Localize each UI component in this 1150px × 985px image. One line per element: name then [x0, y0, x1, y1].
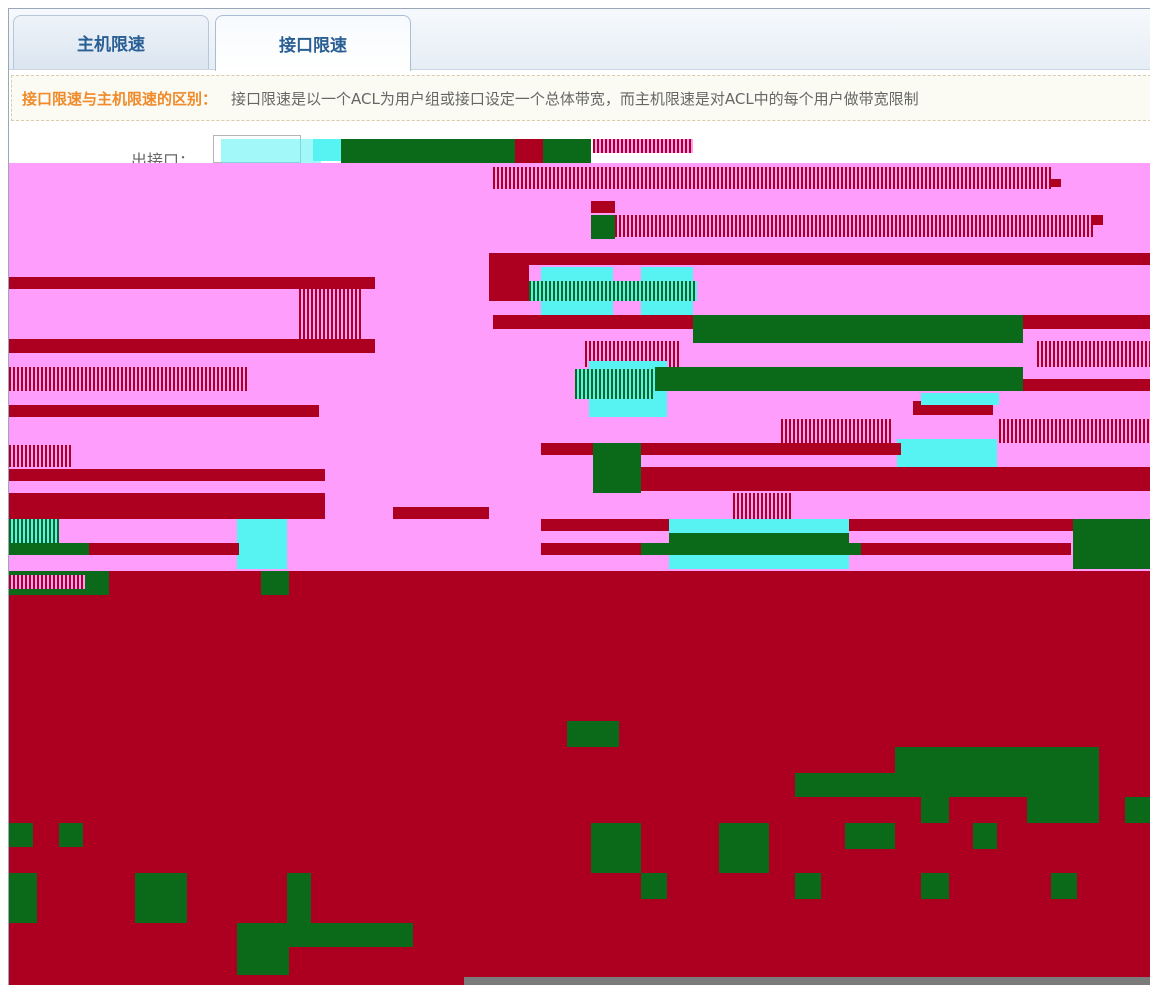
page-frame: 主机限速 接口限速 接口限速与主机限速的区别： 接口限速是以一个ACL为用户组或… [8, 8, 1150, 985]
info-notice: 接口限速与主机限速的区别： 接口限速是以一个ACL为用户组或接口设定一个总体带宽… [11, 75, 1150, 121]
out-interface-label: 出接口： [131, 151, 196, 170]
out-interface-select[interactable] [213, 135, 301, 163]
notice-text: 接口限速是以一个ACL为用户组或接口设定一个总体带宽，而主机限速是对ACL中的每… [231, 89, 919, 108]
notice-title: 接口限速与主机限速的区别： [22, 89, 218, 108]
tab-bar: 主机限速 接口限速 [9, 9, 1150, 71]
tab-host-rate-limit[interactable]: 主机限速 [13, 15, 209, 69]
tab-interface-rate-limit[interactable]: 接口限速 [215, 15, 411, 71]
